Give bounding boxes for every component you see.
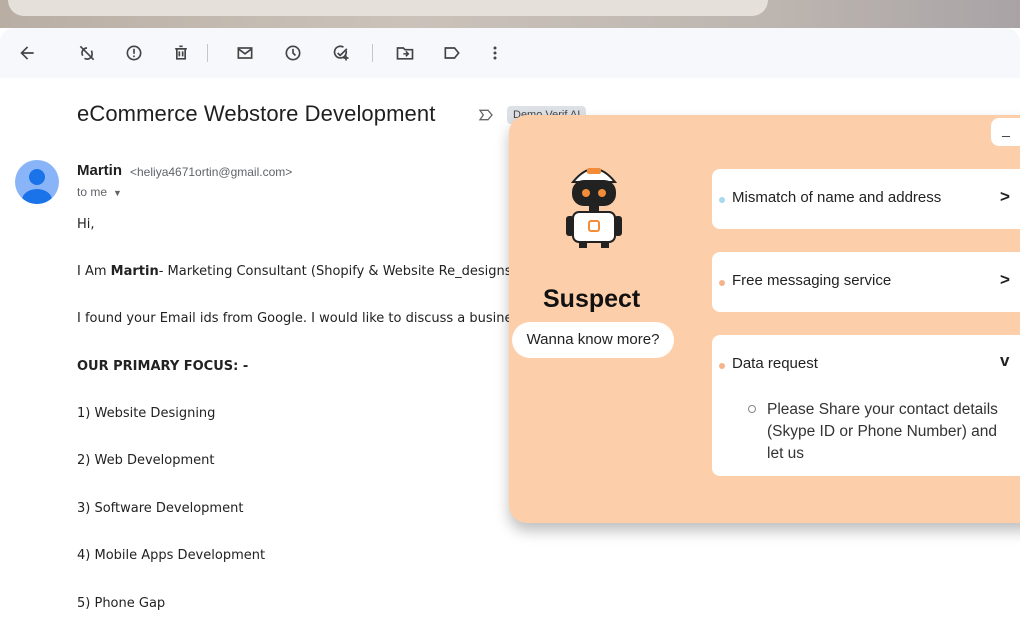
status-dot	[719, 280, 725, 286]
suspect-card-data-request[interactable]: Data request v Please Share your contact…	[712, 335, 1020, 476]
list-item: 2) Web Development	[77, 453, 215, 468]
recipient-details[interactable]: to me ▼	[77, 185, 122, 199]
label-icon[interactable]	[440, 41, 464, 65]
card-title: Data request	[732, 355, 818, 372]
email-intro: I Am Martin- Marketing Consultant (Shopi…	[77, 264, 517, 279]
suspect-card-free-messaging[interactable]: Free messaging service >	[712, 252, 1020, 312]
toolbar-separator	[372, 44, 373, 62]
address-bar[interactable]	[8, 0, 768, 16]
status-dot	[719, 197, 725, 203]
delete-icon[interactable]	[169, 41, 193, 65]
email-subject: eCommerce Webstore Development	[77, 101, 436, 126]
bullet-icon	[748, 405, 756, 413]
avatar[interactable]	[15, 160, 59, 204]
chevron-down-icon[interactable]: ▼	[113, 188, 122, 198]
card-title: Free messaging service	[732, 272, 892, 289]
list-item: 3) Software Development	[77, 501, 244, 516]
toolbar-separator	[207, 44, 208, 62]
list-item: 5) Phone Gap	[77, 596, 166, 611]
snooze-icon[interactable]	[281, 41, 305, 65]
suspect-card-mismatch[interactable]: Mismatch of name and address >	[712, 169, 1020, 229]
focus-heading: OUR PRIMARY FOCUS: -	[77, 359, 249, 374]
card-title: Mismatch of name and address	[732, 189, 942, 206]
report-spam-icon[interactable]	[75, 41, 99, 65]
move-to-icon[interactable]	[393, 41, 417, 65]
mark-unread-icon[interactable]	[233, 41, 257, 65]
chevron-right-icon[interactable]: >	[1000, 270, 1010, 290]
more-vert-icon[interactable]	[483, 41, 507, 65]
back-arrow-icon[interactable]	[15, 41, 39, 65]
important-marker-icon[interactable]	[478, 107, 494, 128]
sender-email: <heliya4671ortin@gmail.com>	[130, 165, 293, 179]
info-icon[interactable]	[122, 41, 146, 65]
email-toolbar	[0, 28, 1020, 78]
email-found-line: I found your Email ids from Google. I wo…	[77, 311, 520, 326]
robot-mascot-icon	[563, 160, 625, 250]
panel-title: Suspect	[543, 285, 641, 313]
email-greeting: Hi,	[77, 217, 95, 232]
minimize-button[interactable]: _	[991, 118, 1020, 146]
add-task-icon[interactable]	[329, 41, 353, 65]
to-me-label: to me	[77, 185, 108, 199]
card-detail: Please Share your contact details (Skype…	[767, 401, 998, 462]
intro-rest: - Marketing Consultant (Shopify & Websit…	[158, 264, 517, 279]
status-dot	[719, 363, 725, 369]
chevron-down-icon[interactable]: v	[1000, 351, 1009, 371]
know-more-button[interactable]: Wanna know more?	[512, 322, 674, 358]
chevron-right-icon[interactable]: >	[1000, 187, 1010, 207]
list-item: 4) Mobile Apps Development	[77, 548, 266, 563]
browser-top-bar	[0, 0, 1020, 28]
intro-name: Martin	[110, 264, 159, 279]
sender-name: Martin	[77, 162, 122, 179]
intro-prefix: I Am	[77, 264, 111, 279]
list-item: 1) Website Designing	[77, 406, 216, 421]
